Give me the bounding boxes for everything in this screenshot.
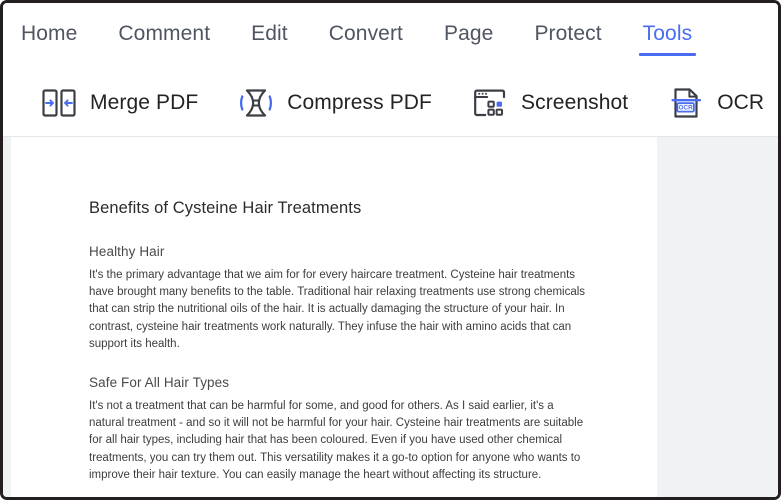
merge-pdf-button[interactable]: Merge PDF bbox=[39, 84, 198, 122]
ocr-label: OCR bbox=[717, 91, 765, 114]
ribbon-tab-edit[interactable]: Edit bbox=[251, 16, 288, 58]
ribbon-tab-label: Convert bbox=[328, 21, 403, 45]
screenshot-button[interactable]: Screenshot bbox=[470, 84, 628, 122]
ribbon-tab-comment[interactable]: Comment bbox=[118, 16, 210, 58]
section-heading-healthy-hair: Healthy Hair bbox=[89, 244, 165, 259]
merge-pdf-icon bbox=[39, 84, 79, 122]
section-paragraph-safe-for-all-hair-types: It's not a treatment that can be harmful… bbox=[89, 400, 584, 481]
document-page[interactable]: Benefits of Cysteine Hair Treatments Hea… bbox=[11, 137, 657, 497]
compress-pdf-button[interactable]: Compress PDF bbox=[236, 84, 432, 122]
ribbon-tab-tools[interactable]: Tools bbox=[638, 16, 697, 58]
ribbon-tab-label: Protect bbox=[534, 21, 602, 45]
ocr-button[interactable]: OCR OCR bbox=[666, 84, 764, 122]
document-section: Healthy Hair It's the primary advantage … bbox=[89, 244, 587, 353]
ocr-icon: OCR bbox=[666, 84, 706, 122]
merge-pdf-label: Merge PDF bbox=[90, 91, 199, 114]
section-paragraph-healthy-hair: It's the primary advantage that we aim f… bbox=[89, 269, 586, 350]
ribbon-tab-label: Page bbox=[443, 21, 494, 45]
document-title: Benefits of Cysteine Hair Treatments bbox=[89, 199, 362, 217]
ribbon-tab-bar: Home Comment Edit Convert Page Protect T… bbox=[3, 3, 778, 70]
active-tab-underline bbox=[638, 52, 697, 56]
ribbon-tab-label: Edit bbox=[251, 21, 288, 45]
pdf-editor-window: Home Comment Edit Convert Page Protect T… bbox=[0, 0, 781, 500]
screenshot-label: Screenshot bbox=[521, 91, 629, 114]
document-section: Safe For All Hair Types It's not a treat… bbox=[89, 375, 587, 484]
compress-pdf-label: Compress PDF bbox=[287, 91, 432, 114]
screenshot-icon bbox=[470, 84, 510, 122]
svg-text:OCR: OCR bbox=[679, 105, 694, 112]
ribbon-tab-label: Comment bbox=[118, 21, 211, 45]
document-left-gutter bbox=[3, 137, 11, 497]
document-right-panel bbox=[657, 137, 778, 497]
tools-toolbar: Merge PDF Compress PDF Screenshot OCR OC… bbox=[3, 70, 778, 136]
compress-pdf-icon bbox=[236, 84, 276, 122]
ribbon-tab-label: Tools bbox=[642, 21, 693, 45]
ribbon-tab-protect[interactable]: Protect bbox=[534, 16, 601, 58]
ribbon-tab-home[interactable]: Home bbox=[21, 16, 77, 58]
document-viewer: Benefits of Cysteine Hair Treatments Hea… bbox=[3, 137, 778, 497]
ribbon-tab-convert[interactable]: Convert bbox=[329, 16, 403, 58]
ribbon-tab-page[interactable]: Page bbox=[444, 16, 493, 58]
ribbon-tab-label: Home bbox=[21, 21, 78, 45]
section-heading-safe-for-all-hair-types: Safe For All Hair Types bbox=[89, 375, 230, 391]
